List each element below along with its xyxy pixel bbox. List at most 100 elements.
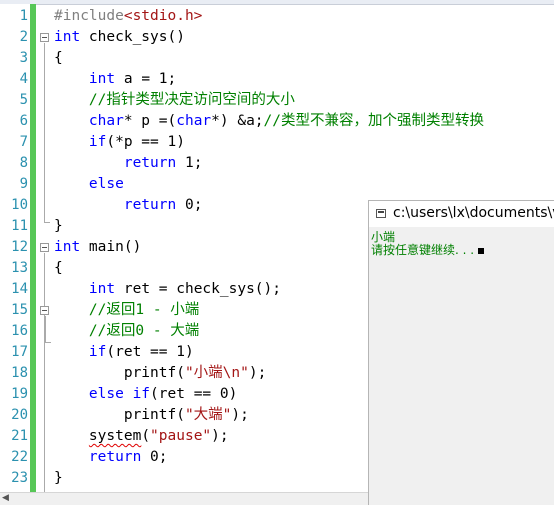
code-token: main() xyxy=(80,239,142,255)
code-line[interactable]: printf("大端"); xyxy=(54,405,249,426)
line-number: 2 xyxy=(19,29,28,45)
code-token: a = 1; xyxy=(115,71,177,87)
code-token: } xyxy=(54,218,63,234)
code-line[interactable]: return 1; xyxy=(54,153,203,174)
code-token: char xyxy=(176,113,212,129)
code-token: } xyxy=(54,470,63,486)
code-token: "小端\n" xyxy=(184,365,249,381)
console-window[interactable]: c:\users\lx\documents\v 小端 请按任意键继续. . . xyxy=(368,200,554,505)
code-token: system xyxy=(88,428,142,444)
code-line[interactable]: system("pause"); xyxy=(54,426,229,447)
code-line[interactable]: int ret = check_sys(); xyxy=(54,279,281,300)
code-token: int xyxy=(88,281,116,297)
fold-toggle-check-sys[interactable] xyxy=(40,33,49,42)
code-token: //指针类型决定访问空间的大小 xyxy=(54,92,295,108)
line-number: 3 xyxy=(19,50,28,66)
line-number: 11 xyxy=(11,218,28,234)
code-token: 1; xyxy=(176,155,203,171)
line-number: 14 xyxy=(11,281,28,297)
code-line[interactable]: int check_sys() xyxy=(54,27,185,48)
code-token: ); xyxy=(231,407,249,423)
code-token: int xyxy=(54,239,81,255)
code-token: { xyxy=(54,260,63,276)
line-number: 5 xyxy=(19,92,28,108)
line-number: 4 xyxy=(19,71,28,87)
code-line[interactable]: //指针类型决定访问空间的大小 xyxy=(54,90,295,111)
code-line[interactable]: else xyxy=(54,174,124,195)
fold-toggle-main[interactable] xyxy=(40,243,49,252)
code-token: //返回0 - 大端 xyxy=(54,323,200,339)
console-title: c:\users\lx\documents\v xyxy=(393,205,554,221)
code-token: "pause" xyxy=(150,428,212,444)
line-number: 15 xyxy=(11,302,28,318)
code-token: return xyxy=(123,155,177,171)
code-line[interactable]: { xyxy=(54,258,63,279)
console-output-text: 请按任意键继续. . . xyxy=(371,243,475,257)
code-token: 0; xyxy=(141,449,168,465)
console-titlebar[interactable]: c:\users\lx\documents\v xyxy=(369,201,554,227)
fold-end-comments xyxy=(45,342,51,343)
line-number: 18 xyxy=(11,365,28,381)
line-number: 17 xyxy=(11,344,28,360)
code-token: <stdio.h> xyxy=(123,8,203,24)
console-output-area[interactable]: 小端 请按任意键继续. . . xyxy=(369,227,554,505)
code-line[interactable]: else if(ret == 0) xyxy=(54,384,237,405)
line-number: 21 xyxy=(11,428,28,444)
code-token: { xyxy=(54,50,63,66)
code-token: (ret == 1) xyxy=(106,344,194,360)
code-line[interactable]: return 0; xyxy=(54,195,203,216)
code-line[interactable]: printf("小端\n"); xyxy=(54,363,267,384)
code-line[interactable]: int main() xyxy=(54,237,141,258)
code-token: int xyxy=(54,29,81,45)
code-token: (ret == 0) xyxy=(150,386,238,402)
code-token: ); xyxy=(211,428,229,444)
code-token: 0; xyxy=(176,197,203,213)
code-line[interactable]: return 0; xyxy=(54,447,168,468)
editor-top-strip xyxy=(0,0,554,5)
line-number: 1 xyxy=(19,8,28,24)
code-token: ret = check_sys(); xyxy=(115,281,281,297)
code-token: "大端" xyxy=(184,407,232,423)
code-token: else xyxy=(88,176,124,192)
code-token: if xyxy=(132,386,151,402)
code-line[interactable]: #include<stdio.h> xyxy=(54,6,202,27)
code-token: #include xyxy=(54,8,124,24)
console-output-line-2: 请按任意键继续. . . xyxy=(371,243,485,257)
fold-toggle-comments[interactable] xyxy=(40,306,49,315)
code-token: //返回1 - 小端 xyxy=(54,302,200,318)
code-line[interactable]: { xyxy=(54,48,63,69)
fold-guide-comments xyxy=(45,316,46,342)
line-number: 19 xyxy=(11,386,28,402)
code-token: *) &a; xyxy=(211,113,264,129)
line-number: 9 xyxy=(19,176,28,192)
code-line[interactable]: int a = 1; xyxy=(54,69,176,90)
line-number: 12 xyxy=(11,239,28,255)
code-line[interactable]: if(ret == 1) xyxy=(54,342,194,363)
code-line[interactable]: if(*p == 1) xyxy=(54,132,185,153)
code-line[interactable]: char* p =(char*) &a;//类型不兼容，加个强制类型转换 xyxy=(54,111,484,132)
code-token: char xyxy=(88,113,124,129)
code-token: ); xyxy=(248,365,267,381)
line-number: 16 xyxy=(11,323,28,339)
code-line[interactable]: //返回0 - 大端 xyxy=(54,321,199,342)
scroll-left-icon[interactable]: ◀ xyxy=(2,493,9,503)
line-number: 20 xyxy=(11,407,28,423)
code-line[interactable]: } xyxy=(54,216,63,237)
fold-guide-check-sys xyxy=(44,43,45,223)
code-line[interactable]: } xyxy=(54,468,63,489)
console-output-line-1: 小端 xyxy=(371,230,396,244)
line-number: 7 xyxy=(19,134,28,150)
code-token: * p =( xyxy=(123,113,177,129)
code-token: if xyxy=(88,134,107,150)
line-number: 6 xyxy=(19,113,28,129)
code-token: else xyxy=(88,386,124,402)
code-line[interactable]: //返回1 - 小端 xyxy=(54,300,199,321)
